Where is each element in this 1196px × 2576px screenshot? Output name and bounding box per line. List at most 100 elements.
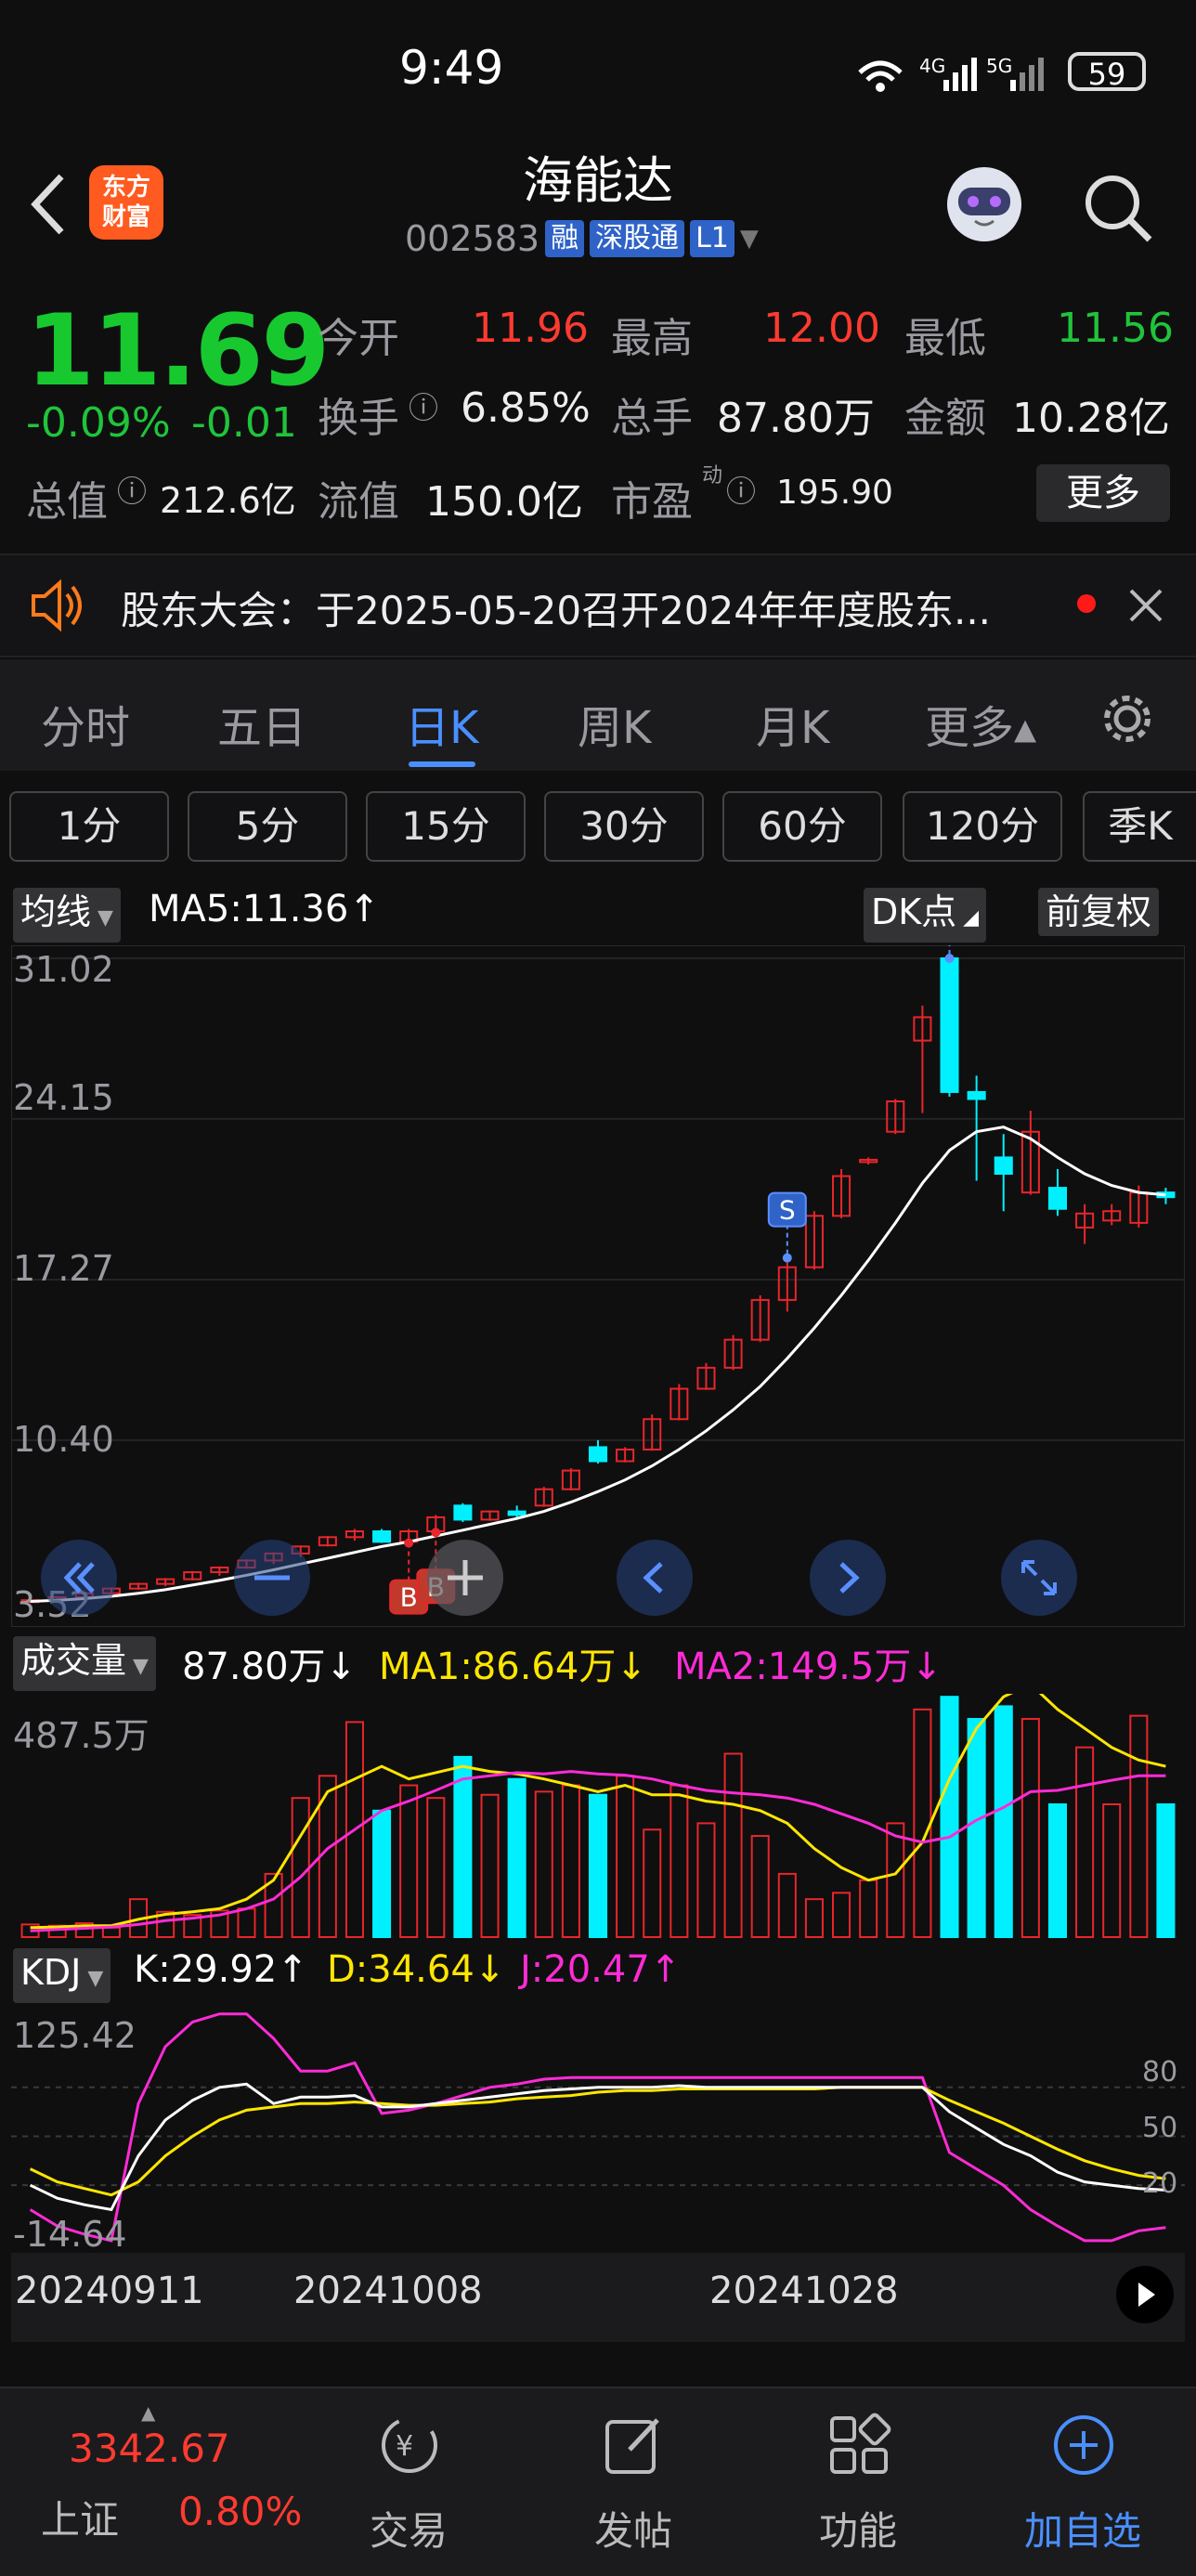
kline-chart[interactable]: BBSS	[11, 945, 1185, 1627]
svg-text:4G: 4G	[919, 55, 945, 77]
search-icon	[1086, 176, 1152, 242]
post-icon[interactable]	[602, 2413, 667, 2478]
period-60min[interactable]: 60分	[722, 791, 882, 862]
zoom-in-button[interactable]	[427, 1540, 503, 1616]
period-quarter[interactable]: 季K	[1083, 791, 1196, 862]
stock-code-row[interactable]: 002583 融 深股通 L1 ▼	[405, 215, 759, 262]
nav-add-watchlist[interactable]: 加自选	[1008, 2500, 1157, 2556]
volume-bar	[913, 1708, 932, 1939]
volume-bar	[480, 1793, 500, 1938]
volume-bar	[1075, 1746, 1095, 1938]
volume-label: 总手	[611, 395, 693, 442]
info-icon[interactable]: ⓘ	[726, 468, 756, 511]
volume-bar	[507, 1777, 526, 1938]
y-tick-1: 24.15	[13, 1077, 114, 1118]
search-button[interactable]	[1081, 171, 1155, 245]
info-icon[interactable]: ⓘ	[409, 384, 438, 427]
zoom-out-button[interactable]	[234, 1540, 310, 1616]
float-cap-label: 流值	[318, 478, 399, 526]
info-icon[interactable]: ⓘ	[117, 468, 147, 511]
volume-bar	[561, 1784, 580, 1938]
volume-bar	[750, 1835, 770, 1938]
adjust-selector[interactable]: 前复权	[1038, 888, 1160, 936]
candle-body	[453, 1504, 473, 1521]
x-label-2: 20241028	[709, 2270, 899, 2312]
x-label-1: 20241008	[293, 2270, 483, 2312]
volume-chart[interactable]	[11, 1694, 1185, 1939]
status-time: 9:49	[399, 41, 504, 95]
tag-connect: 深股通	[590, 220, 685, 257]
high-label: 最高	[611, 315, 693, 362]
kdj-d-readout: D:34.64↓	[327, 1948, 506, 1991]
signal-dot	[404, 1538, 414, 1548]
assistant-robot-icon[interactable]	[940, 160, 1029, 249]
tab-monthly-k[interactable]: 月K	[756, 691, 829, 756]
kdj-k-readout: K:29.92↑	[134, 1948, 308, 1991]
volume-bar	[643, 1828, 662, 1938]
volume-value: 87.80万	[717, 395, 875, 442]
volume-bar	[534, 1790, 553, 1938]
period-1min[interactable]: 1分	[9, 791, 169, 862]
signal-dot	[782, 1253, 792, 1263]
notice-bar[interactable]: 股东大会：于2025-05-20召开2024年年度股东...	[0, 553, 1196, 657]
notice-text: 股东大会：于2025-05-20召开2024年年度股东...	[121, 588, 992, 633]
grid-icon[interactable]	[826, 2413, 891, 2478]
volume-bar	[1102, 1802, 1122, 1938]
indicator-selector[interactable]: 均线 ▼	[13, 888, 121, 943]
volume-bar	[804, 1898, 824, 1938]
tab-weekly-k[interactable]: 周K	[578, 691, 651, 756]
y-tick-3: 10.40	[13, 1419, 114, 1460]
tab-daily-k[interactable]: 日K	[405, 691, 478, 756]
trade-icon[interactable]: ¥	[377, 2413, 442, 2478]
period-120min[interactable]: 120分	[903, 791, 1062, 862]
amount-label: 金额	[904, 395, 986, 442]
volume-bar	[372, 1809, 392, 1938]
kdj-chart[interactable]	[11, 2006, 1185, 2249]
kdj-k-line	[29, 2082, 1166, 2212]
volume-bar	[237, 1907, 256, 1938]
candle-body	[372, 1530, 392, 1543]
volume-bar	[832, 1892, 852, 1938]
kdj-indicator-selector[interactable]: KDJ ▼	[13, 1948, 111, 2003]
candle-body	[588, 1446, 608, 1463]
chevron-right-icon	[839, 1562, 860, 1594]
ma5-line	[30, 1125, 1166, 1603]
nav-trade[interactable]: 交易	[334, 2500, 483, 2556]
volume-indicator-selector[interactable]: 成交量 ▼	[13, 1636, 156, 1691]
dk-point-toggle[interactable]: DK点 ◢	[864, 888, 987, 943]
volume-bar	[967, 1718, 986, 1939]
volume-ma1-readout: MA1:86.64万↓	[379, 1646, 647, 1688]
tab-five-day[interactable]: 五日	[217, 691, 306, 756]
kdj-j-line	[29, 2012, 1166, 2243]
period-15min[interactable]: 15分	[366, 791, 526, 862]
scroll-start-button[interactable]	[41, 1540, 117, 1616]
fullscreen-button[interactable]	[1001, 1540, 1077, 1616]
bottom-nav: 3342.67 ▲ 上证 0.80% ¥ 交易 发帖 功能 加自选	[0, 2387, 1196, 2576]
stock-code: 002583	[405, 218, 540, 259]
step-left-button[interactable]	[617, 1540, 693, 1616]
close-icon[interactable]	[1127, 587, 1164, 624]
scroll-latest-button[interactable]	[1116, 2266, 1174, 2323]
add-circle-icon[interactable]	[1051, 2413, 1116, 2478]
gear-icon[interactable]	[1099, 691, 1155, 747]
volume-bar	[291, 1797, 310, 1939]
chevron-left-icon	[643, 1562, 663, 1594]
volume-bar	[696, 1822, 716, 1939]
signal-icons: 4G 5G	[858, 55, 1044, 92]
volume-bar	[1129, 1714, 1149, 1938]
more-button[interactable]: 更多	[1036, 464, 1170, 522]
period-30min[interactable]: 30分	[544, 791, 704, 862]
tab-intraday[interactable]: 分时	[41, 691, 130, 756]
nav-post[interactable]: 发帖	[559, 2500, 708, 2556]
step-right-button[interactable]	[810, 1540, 886, 1616]
period-5min[interactable]: 5分	[188, 791, 347, 862]
tab-more[interactable]: 更多▴	[925, 691, 1036, 756]
index-name[interactable]: 上证	[41, 2489, 119, 2545]
x-label-0: 20240911	[15, 2270, 204, 2312]
expand-icon	[1021, 1560, 1057, 1595]
tag-margin: 融	[545, 220, 585, 257]
float-cap-value: 150.0亿	[425, 478, 583, 526]
nav-functions[interactable]: 功能	[784, 2500, 932, 2556]
volume-ma2-readout: MA2:149.5万↓	[674, 1646, 942, 1688]
tag-level: L1	[690, 220, 734, 257]
